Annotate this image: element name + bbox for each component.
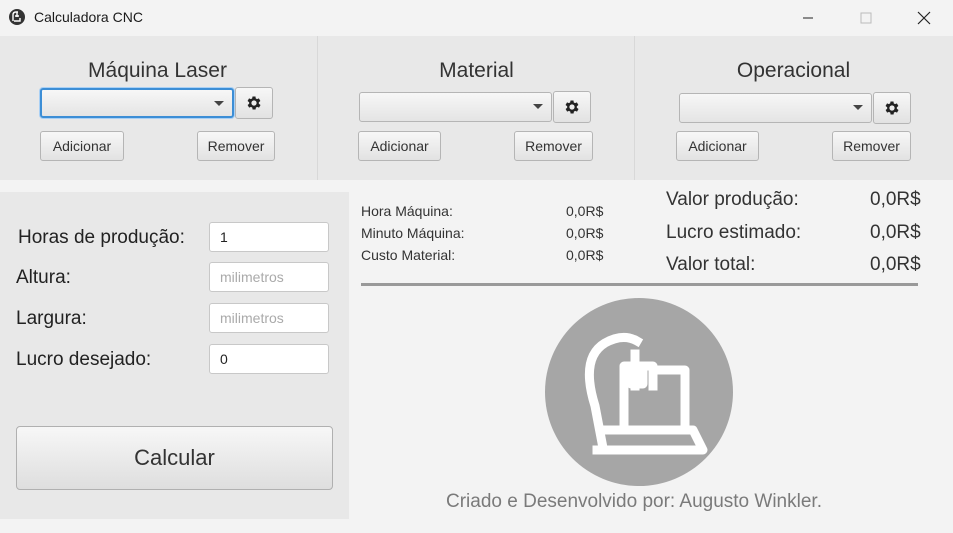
maquina-laser-select[interactable] <box>40 88 234 118</box>
cnc-machine-icon <box>584 333 708 455</box>
lucro-estimado-label: Lucro estimado: <box>666 222 802 243</box>
operacional-title: Operacional <box>736 59 851 82</box>
gear-icon <box>885 101 899 115</box>
maximize-icon <box>860 12 872 24</box>
minimize-icon <box>803 17 813 19</box>
window-title: Calculadora CNC <box>34 9 143 25</box>
hora-maquina-value: 0,0R$ <box>566 203 604 219</box>
altura-label: Altura: <box>16 267 71 288</box>
hora-maquina-label: Hora Máquina: <box>361 203 453 219</box>
top-panel: Máquina Laser Adicionar Remover Material… <box>0 36 953 180</box>
results-divider <box>361 283 918 286</box>
title-bar: Calculadora CNC <box>0 0 953 36</box>
maquina-laser-settings-button[interactable] <box>235 87 273 119</box>
valor-producao-value: 0,0R$ <box>870 189 921 210</box>
close-icon <box>917 11 931 25</box>
largura-input[interactable] <box>209 303 329 333</box>
maquina-laser-add-button[interactable]: Adicionar <box>40 131 124 161</box>
largura-label: Largura: <box>16 308 87 329</box>
group-separator <box>634 36 635 180</box>
custo-material-label: Custo Material: <box>361 247 456 263</box>
altura-input[interactable] <box>209 262 329 292</box>
minimize-button[interactable] <box>779 0 837 36</box>
maquina-laser-remove-button[interactable]: Remover <box>197 131 275 161</box>
maquina-laser-title: Máquina Laser <box>88 59 227 82</box>
chevron-down-icon <box>214 101 224 106</box>
valor-total-value: 0,0R$ <box>870 254 921 275</box>
valor-producao-label: Valor produção: <box>666 189 799 210</box>
form-panel: Horas de produção: Altura: Largura: Lucr… <box>0 192 349 519</box>
lucro-label: Lucro desejado: <box>16 349 152 370</box>
calcular-button[interactable]: Calcular <box>16 426 333 490</box>
material-add-button[interactable]: Adicionar <box>358 131 441 161</box>
minuto-maquina-label: Minuto Máquina: <box>361 225 465 241</box>
material-remove-button[interactable]: Remover <box>514 131 593 161</box>
horas-input[interactable] <box>209 222 329 252</box>
valor-total-label: Valor total: <box>666 254 756 275</box>
maximize-button[interactable] <box>837 0 895 36</box>
gear-icon <box>565 100 579 114</box>
operacional-select[interactable] <box>679 93 872 123</box>
material-title: Material <box>439 59 514 82</box>
lucro-input[interactable] <box>209 344 329 374</box>
chevron-down-icon <box>853 105 863 110</box>
group-separator <box>317 36 318 180</box>
material-settings-button[interactable] <box>553 91 591 123</box>
horas-label: Horas de produção: <box>18 227 185 248</box>
cnc-logo-icon <box>9 9 25 25</box>
credits-text: Criado e Desenvolvido por: Augusto Winkl… <box>446 491 822 512</box>
close-button[interactable] <box>895 0 953 36</box>
lucro-estimado-value: 0,0R$ <box>870 222 921 243</box>
gear-icon <box>247 96 261 110</box>
cnc-logo <box>545 298 733 486</box>
chevron-down-icon <box>533 104 543 109</box>
material-select[interactable] <box>359 92 552 122</box>
minuto-maquina-value: 0,0R$ <box>566 225 604 241</box>
operacional-settings-button[interactable] <box>873 92 911 124</box>
custo-material-value: 0,0R$ <box>566 247 604 263</box>
operacional-add-button[interactable]: Adicionar <box>676 131 759 161</box>
operacional-remove-button[interactable]: Remover <box>832 131 911 161</box>
